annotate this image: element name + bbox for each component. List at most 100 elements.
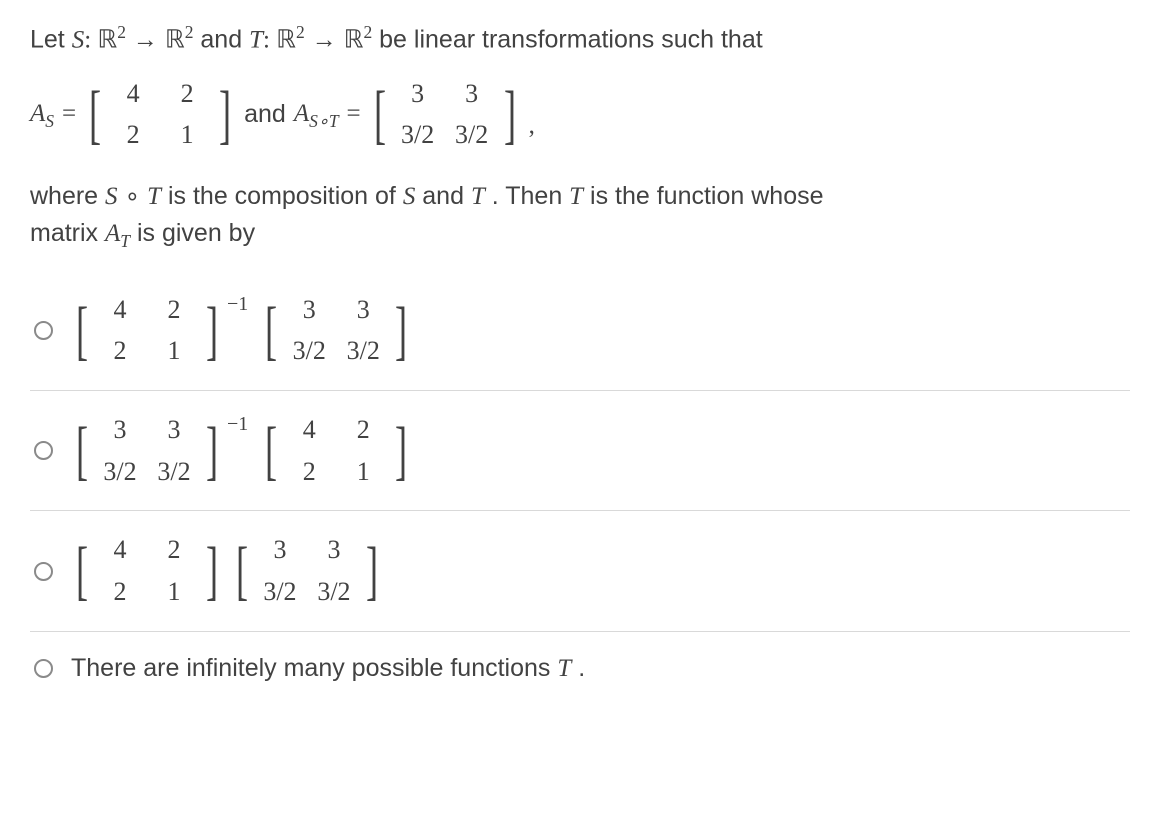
matrix-cell: 3 [253,529,307,571]
matrix-opt-c-left: [ 4 2 2 1 ] [71,529,223,612]
inverse-exponent: −1 [227,290,248,319]
var-T-3: T [471,183,485,210]
var-S-2: S [105,183,118,210]
arrow-2: → [312,26,337,53]
bracket-open-icon: [ [76,541,88,600]
matrix-cell: 1 [147,330,201,372]
question-matrix-line: matrix AT is given by [30,215,1130,254]
bracket-open-icon: [ [76,421,88,480]
bracket-close-icon: ] [395,301,407,360]
A-S-sub: S [45,111,54,131]
var-T-2: T [147,183,161,210]
set-R-3: ℝ [276,26,296,53]
question-where-line: where S ∘ T is the composition of S and … [30,178,1130,215]
var-S-3: S [403,183,416,210]
matrix-cell: 3/2 [336,330,390,372]
matrix-cell: 3/2 [93,451,147,493]
matrix-cell: 3/2 [445,114,499,156]
var-S: S [72,26,85,53]
matrix-cell: 1 [147,571,201,613]
bracket-close-icon: ] [504,85,516,144]
option-d[interactable]: There are infinitely many possible funct… [30,632,1130,705]
bracket-open-icon: [ [265,301,277,360]
matrix-cell: 3 [336,289,390,331]
matrix-cell: 2 [147,289,201,331]
text-matrix-suffix: is given by [137,219,255,247]
matrix-cell: 3/2 [391,114,445,156]
matrix-cell: 2 [147,529,201,571]
colon1: : [84,26,97,53]
matrix-opt-b-left: [ 3 3/2 3 3/2 ] [71,409,223,492]
matrix-cell: 2 [93,330,147,372]
option-c[interactable]: [ 4 2 2 1 ] [ 3 3/2 [30,511,1130,631]
matrix-cell: 3/2 [253,571,307,613]
matrix-opt-c-right: [ 3 3/2 3 3/2 ] [231,529,383,612]
set-R-4: ℝ [344,26,364,53]
matrix-cell: 3 [282,289,336,331]
option-a[interactable]: [ 4 2 2 1 ] −1 [ 3 3/2 [30,281,1130,391]
A-ST-A: A [294,100,309,127]
option-b[interactable]: [ 3 3/2 3 3/2 ] −1 [ 4 2 [30,391,1130,511]
matrix-cell: 3 [391,73,445,115]
text-intro-suffix: be linear transformations such that [379,25,763,53]
bracket-open-icon: [ [236,541,248,600]
eq-1: = [62,96,76,132]
bracket-close-icon: ] [366,541,378,600]
options-list: [ 4 2 2 1 ] −1 [ 3 3/2 [30,281,1130,705]
compose-icon: ∘ [125,183,141,210]
matrix-cell: 4 [93,529,147,571]
bracket-open-icon: [ [89,85,101,144]
matrix-cell: 3 [147,409,201,451]
bracket-close-icon: ] [395,421,407,480]
matrix-cell: 3 [93,409,147,451]
radio-icon[interactable] [34,562,53,581]
matrix-cell: 3 [445,73,499,115]
radio-icon[interactable] [34,441,53,460]
set-R-1: ℝ [97,26,117,53]
radio-icon[interactable] [34,659,53,678]
inverse-exponent: −1 [227,410,248,439]
radio-icon[interactable] [34,321,53,340]
matrix-opt-a-left: [ 4 2 2 1 ] [71,289,223,372]
matrix-cell: 2 [106,114,160,156]
text-matrix: matrix [30,219,105,247]
matrix-cell: 2 [336,409,390,451]
text-opt-d-prefix: There are infinitely many possible funct… [71,654,557,682]
bracket-close-icon: ] [206,301,218,360]
matrix-cell: 3/2 [282,330,336,372]
arrow-1: → [133,26,158,53]
colon2: : [263,26,276,53]
matrix-cell: 1 [160,114,214,156]
bracket-close-icon: ] [219,85,231,144]
set-R-2: ℝ [165,26,185,53]
exp-2-3: 2 [296,22,305,42]
A-S-A: A [30,100,45,127]
A-ST-sub: S∘T [309,111,338,131]
matrix-cell: 3 [307,529,361,571]
matrix-cell: 4 [106,73,160,115]
text-opt-d-period: . [571,654,585,682]
text-where-mid3: . Then [492,182,569,210]
bracket-close-icon: ] [206,541,218,600]
matrix-cell: 3/2 [307,571,361,613]
var-T: T [249,26,263,53]
eq-2: = [347,96,361,132]
matrix-cell: 4 [282,409,336,451]
A-T-sub: T [120,231,130,251]
text-let: Let [30,25,72,53]
bracket-open-icon: [ [265,421,277,480]
matrix-cell: 3/2 [147,451,201,493]
text-where-mid1: is the composition of [168,182,403,210]
matrix-cell: 2 [282,451,336,493]
A-T-A: A [105,220,120,247]
exp-2-2: 2 [185,22,194,42]
option-d-text: There are infinitely many possible funct… [71,650,585,687]
matrix-cell: 2 [93,571,147,613]
matrix-cell: 2 [160,73,214,115]
matrix-AS: [ 4 2 2 1 ] [84,73,236,156]
bracket-open-icon: [ [374,85,386,144]
text-and-mid: and [244,96,286,132]
equation-row: AS = [ 4 2 2 1 ] and AS∘T = [ 3 3/2 [30,73,1130,156]
question-container: Let S: ℝ2 → ℝ2 and T: ℝ2 → ℝ2 be linear … [0,0,1160,715]
comma: , [529,108,535,144]
